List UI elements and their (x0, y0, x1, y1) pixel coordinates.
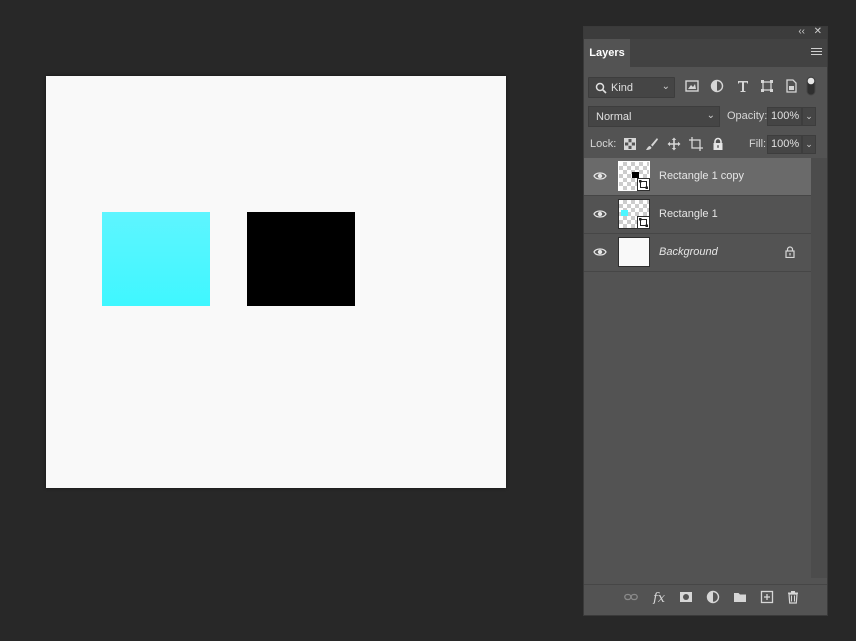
panel-menu-icon[interactable] (811, 48, 822, 57)
panel-tabbar: Layers (584, 39, 827, 67)
layer-row-rectangle-1-copy[interactable]: Rectangle 1 copy (584, 158, 812, 196)
filter-row: Kind ⌄ (588, 76, 824, 99)
fill-dropdown-button[interactable]: ⌄ (802, 135, 816, 154)
panel-topbar: ‹‹ ✕ (584, 26, 827, 39)
layers-panel: ‹‹ ✕ Layers Kind ⌄ Normal ⌄ Opacity: 100… (583, 26, 828, 616)
layer-name: Background (659, 246, 718, 258)
image-filter-icon[interactable] (685, 79, 699, 93)
layer-list-scrollbar[interactable] (811, 158, 827, 578)
cyan-rectangle[interactable] (102, 212, 210, 306)
new-group-icon[interactable] (733, 590, 747, 604)
layer-thumbnail (618, 199, 650, 229)
tab-layers[interactable]: Layers (584, 39, 630, 67)
adjustment-layer-icon[interactable] (706, 590, 720, 604)
black-rectangle[interactable] (247, 212, 355, 306)
eye-icon[interactable] (593, 246, 607, 258)
layers-bottom-toolbar: fx (584, 584, 827, 609)
cyan-swatch (621, 210, 628, 216)
lock-transparent-pixels-icon[interactable] (623, 137, 637, 151)
lock-row: Lock: Fill: 100% ⌄ (588, 134, 824, 156)
blend-mode-value: Normal (596, 111, 632, 123)
close-panel-icon[interactable]: ✕ (814, 26, 822, 37)
chevron-down-icon: ⌄ (661, 81, 670, 92)
smart-object-filter-icon[interactable] (784, 79, 798, 93)
layer-thumbnail (618, 161, 650, 191)
lock-image-pixels-icon[interactable] (645, 137, 659, 151)
eye-icon[interactable] (593, 170, 607, 182)
kind-filter-label: Kind (611, 82, 634, 94)
layer-name: Rectangle 1 (659, 208, 718, 220)
trash-icon[interactable] (786, 590, 800, 604)
lock-icon[interactable] (785, 246, 795, 258)
fx-icon[interactable]: fx (652, 590, 668, 604)
lock-label: Lock: (590, 138, 617, 150)
layer-thumbnail (618, 237, 650, 267)
fill-field[interactable]: 100% (767, 135, 802, 154)
fill-label: Fill: (749, 138, 767, 150)
canvas-document[interactable] (46, 76, 506, 488)
opacity-label: Opacity: (727, 110, 768, 122)
new-layer-icon[interactable] (760, 590, 774, 604)
layer-row-background[interactable]: Background (584, 234, 812, 272)
filter-toggle-icon[interactable] (806, 76, 816, 96)
layer-list: Rectangle 1 copy Rectangle 1 Background (584, 158, 812, 272)
lock-artboard-icon[interactable] (689, 137, 703, 151)
type-filter-icon[interactable] (736, 79, 750, 93)
svg-text:fx: fx (652, 591, 666, 604)
shape-filter-icon[interactable] (760, 79, 774, 93)
add-mask-icon[interactable] (679, 590, 693, 604)
eye-icon[interactable] (593, 208, 607, 220)
search-icon (595, 82, 607, 94)
collapse-panel-icon[interactable]: ‹‹ (798, 26, 805, 37)
lock-all-icon[interactable] (711, 137, 725, 151)
blend-row: Normal ⌄ Opacity: 100% ⌄ (588, 106, 824, 128)
link-layers-icon[interactable] (624, 590, 638, 604)
layer-row-rectangle-1[interactable]: Rectangle 1 (584, 196, 812, 234)
blend-mode-select[interactable]: Normal ⌄ (588, 106, 720, 127)
chevron-down-icon: ⌄ (706, 110, 715, 121)
adjustment-filter-icon[interactable] (710, 79, 724, 93)
shape-layer-badge-icon (637, 178, 650, 191)
shape-layer-badge-icon (637, 216, 650, 229)
layer-name: Rectangle 1 copy (659, 170, 744, 182)
opacity-field[interactable]: 100% (767, 107, 802, 126)
lock-position-icon[interactable] (667, 137, 681, 151)
opacity-dropdown-button[interactable]: ⌄ (802, 107, 816, 126)
kind-filter-select[interactable]: Kind ⌄ (588, 77, 675, 98)
